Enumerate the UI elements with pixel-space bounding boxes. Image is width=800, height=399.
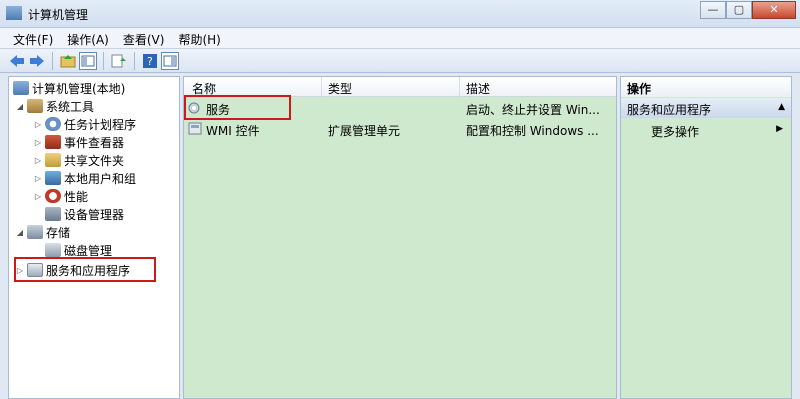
users-icon	[45, 171, 61, 185]
window-controls: — ▢ ✕	[700, 1, 796, 19]
tree-item-label: 性能	[64, 189, 89, 204]
tree-item-device-manager[interactable]: 设备管理器	[33, 205, 124, 223]
list-header: 名称 类型 描述	[184, 77, 616, 97]
actions-section-label: 服务和应用程序	[627, 103, 712, 117]
tree-item-event-viewer[interactable]: ▷ 事件查看器	[33, 133, 124, 151]
back-icon[interactable]	[8, 52, 26, 70]
toolbar: ?	[0, 49, 800, 73]
storage-icon	[27, 225, 43, 239]
performance-icon	[45, 189, 61, 203]
expand-icon[interactable]: ▷	[33, 138, 43, 147]
device-manager-icon	[45, 207, 61, 221]
highlight-box	[184, 95, 291, 120]
show-tree-icon[interactable]	[79, 51, 97, 70]
expand-icon[interactable]: ▷	[33, 156, 43, 165]
list-row-wmi[interactable]: WMI 控件 扩展管理单元 配置和控制 Windows ...	[184, 119, 616, 139]
column-divider[interactable]	[321, 77, 322, 97]
expand-icon[interactable]: ▷	[33, 192, 43, 201]
column-type[interactable]: 类型	[328, 80, 352, 97]
tree-root-label: 计算机管理(本地)	[32, 81, 126, 96]
disk-icon	[45, 243, 61, 257]
tree-item-label: 本地用户和组	[64, 171, 137, 186]
menu-action[interactable]: 操作(A)	[60, 28, 116, 48]
tree-root[interactable]: 计算机管理(本地)	[11, 79, 125, 97]
window-edge	[794, 73, 800, 399]
tree-item-label: 共享文件夹	[64, 153, 125, 168]
navigation-tree: 计算机管理(本地) ◢ 系统工具 ▷ 任务计划程序 ▷ 事件查看器 ▷ 共享文件…	[8, 76, 180, 399]
help-icon[interactable]: ?	[141, 52, 159, 70]
tree-item-task-scheduler[interactable]: ▷ 任务计划程序	[33, 115, 136, 133]
row-description: 配置和控制 Windows ...	[466, 124, 599, 138]
tree-item-shared-folders[interactable]: ▷ 共享文件夹	[33, 151, 124, 169]
tree-item-local-users[interactable]: ▷ 本地用户和组	[33, 169, 136, 187]
tree-item-label: 事件查看器	[64, 135, 125, 150]
collapse-icon[interactable]: ◢	[15, 228, 25, 237]
tree-item-storage[interactable]: ◢ 存储	[15, 223, 70, 241]
event-viewer-icon	[45, 135, 61, 149]
computer-management-icon	[13, 81, 29, 95]
actions-title: 操作	[621, 77, 791, 97]
toolbar-divider	[134, 51, 135, 70]
minimize-button[interactable]: —	[700, 1, 726, 19]
content-list: 名称 类型 描述 服务 启动、终止并设置 Win... WMI 控件 扩展管理单…	[183, 76, 617, 399]
tree-item-label: 任务计划程序	[64, 117, 137, 132]
more-actions-label: 更多操作	[651, 125, 700, 139]
menu-help[interactable]: 帮助(H)	[171, 28, 227, 48]
svg-text:?: ?	[147, 55, 153, 68]
expand-icon[interactable]: ▷	[33, 174, 43, 183]
highlight-box	[14, 257, 156, 282]
row-description: 启动、终止并设置 Win...	[466, 103, 600, 117]
maximize-button[interactable]: ▢	[726, 1, 752, 19]
tree-item-label: 设备管理器	[64, 207, 125, 222]
menu-bar: 文件(F) 操作(A) 查看(V) 帮助(H)	[0, 28, 800, 49]
row-name: WMI 控件	[206, 124, 260, 138]
row-type: 扩展管理单元	[328, 124, 401, 138]
tools-icon	[27, 99, 43, 113]
task-scheduler-icon	[45, 117, 61, 131]
collapse-up-icon[interactable]: ▲	[778, 102, 785, 112]
tree-item-performance[interactable]: ▷ 性能	[33, 187, 88, 205]
forward-icon[interactable]	[28, 52, 46, 70]
tree-item-label: 系统工具	[46, 99, 95, 114]
submenu-arrow-icon: ▶	[776, 124, 783, 134]
window-title: 计算机管理	[28, 8, 89, 22]
expand-icon[interactable]: ▷	[33, 120, 43, 129]
collapse-icon[interactable]: ◢	[15, 102, 25, 111]
more-actions-item[interactable]: 更多操作 ▶	[621, 120, 791, 140]
toolbar-divider	[52, 51, 53, 70]
properties-icon[interactable]	[161, 51, 179, 70]
menu-file[interactable]: 文件(F)	[6, 28, 60, 48]
menu-view[interactable]: 查看(V)	[116, 28, 172, 48]
column-divider[interactable]	[459, 77, 460, 97]
actions-section[interactable]: 服务和应用程序 ▲	[621, 98, 791, 118]
export-icon[interactable]	[110, 52, 128, 70]
shared-folder-icon	[45, 153, 61, 167]
title-bar: 计算机管理 — ▢ ✕	[0, 0, 800, 28]
tree-item-system-tools[interactable]: ◢ 系统工具	[15, 97, 94, 115]
tree-item-label: 磁盘管理	[64, 243, 113, 258]
column-description[interactable]: 描述	[466, 80, 490, 97]
wmi-control-icon	[188, 122, 202, 135]
toolbar-divider	[103, 51, 104, 70]
actions-pane: 操作 服务和应用程序 ▲ 更多操作 ▶	[620, 76, 792, 399]
computer-management-icon	[6, 6, 22, 20]
up-icon[interactable]	[59, 52, 77, 70]
close-button[interactable]: ✕	[752, 1, 796, 19]
tree-item-label: 存储	[46, 225, 71, 240]
